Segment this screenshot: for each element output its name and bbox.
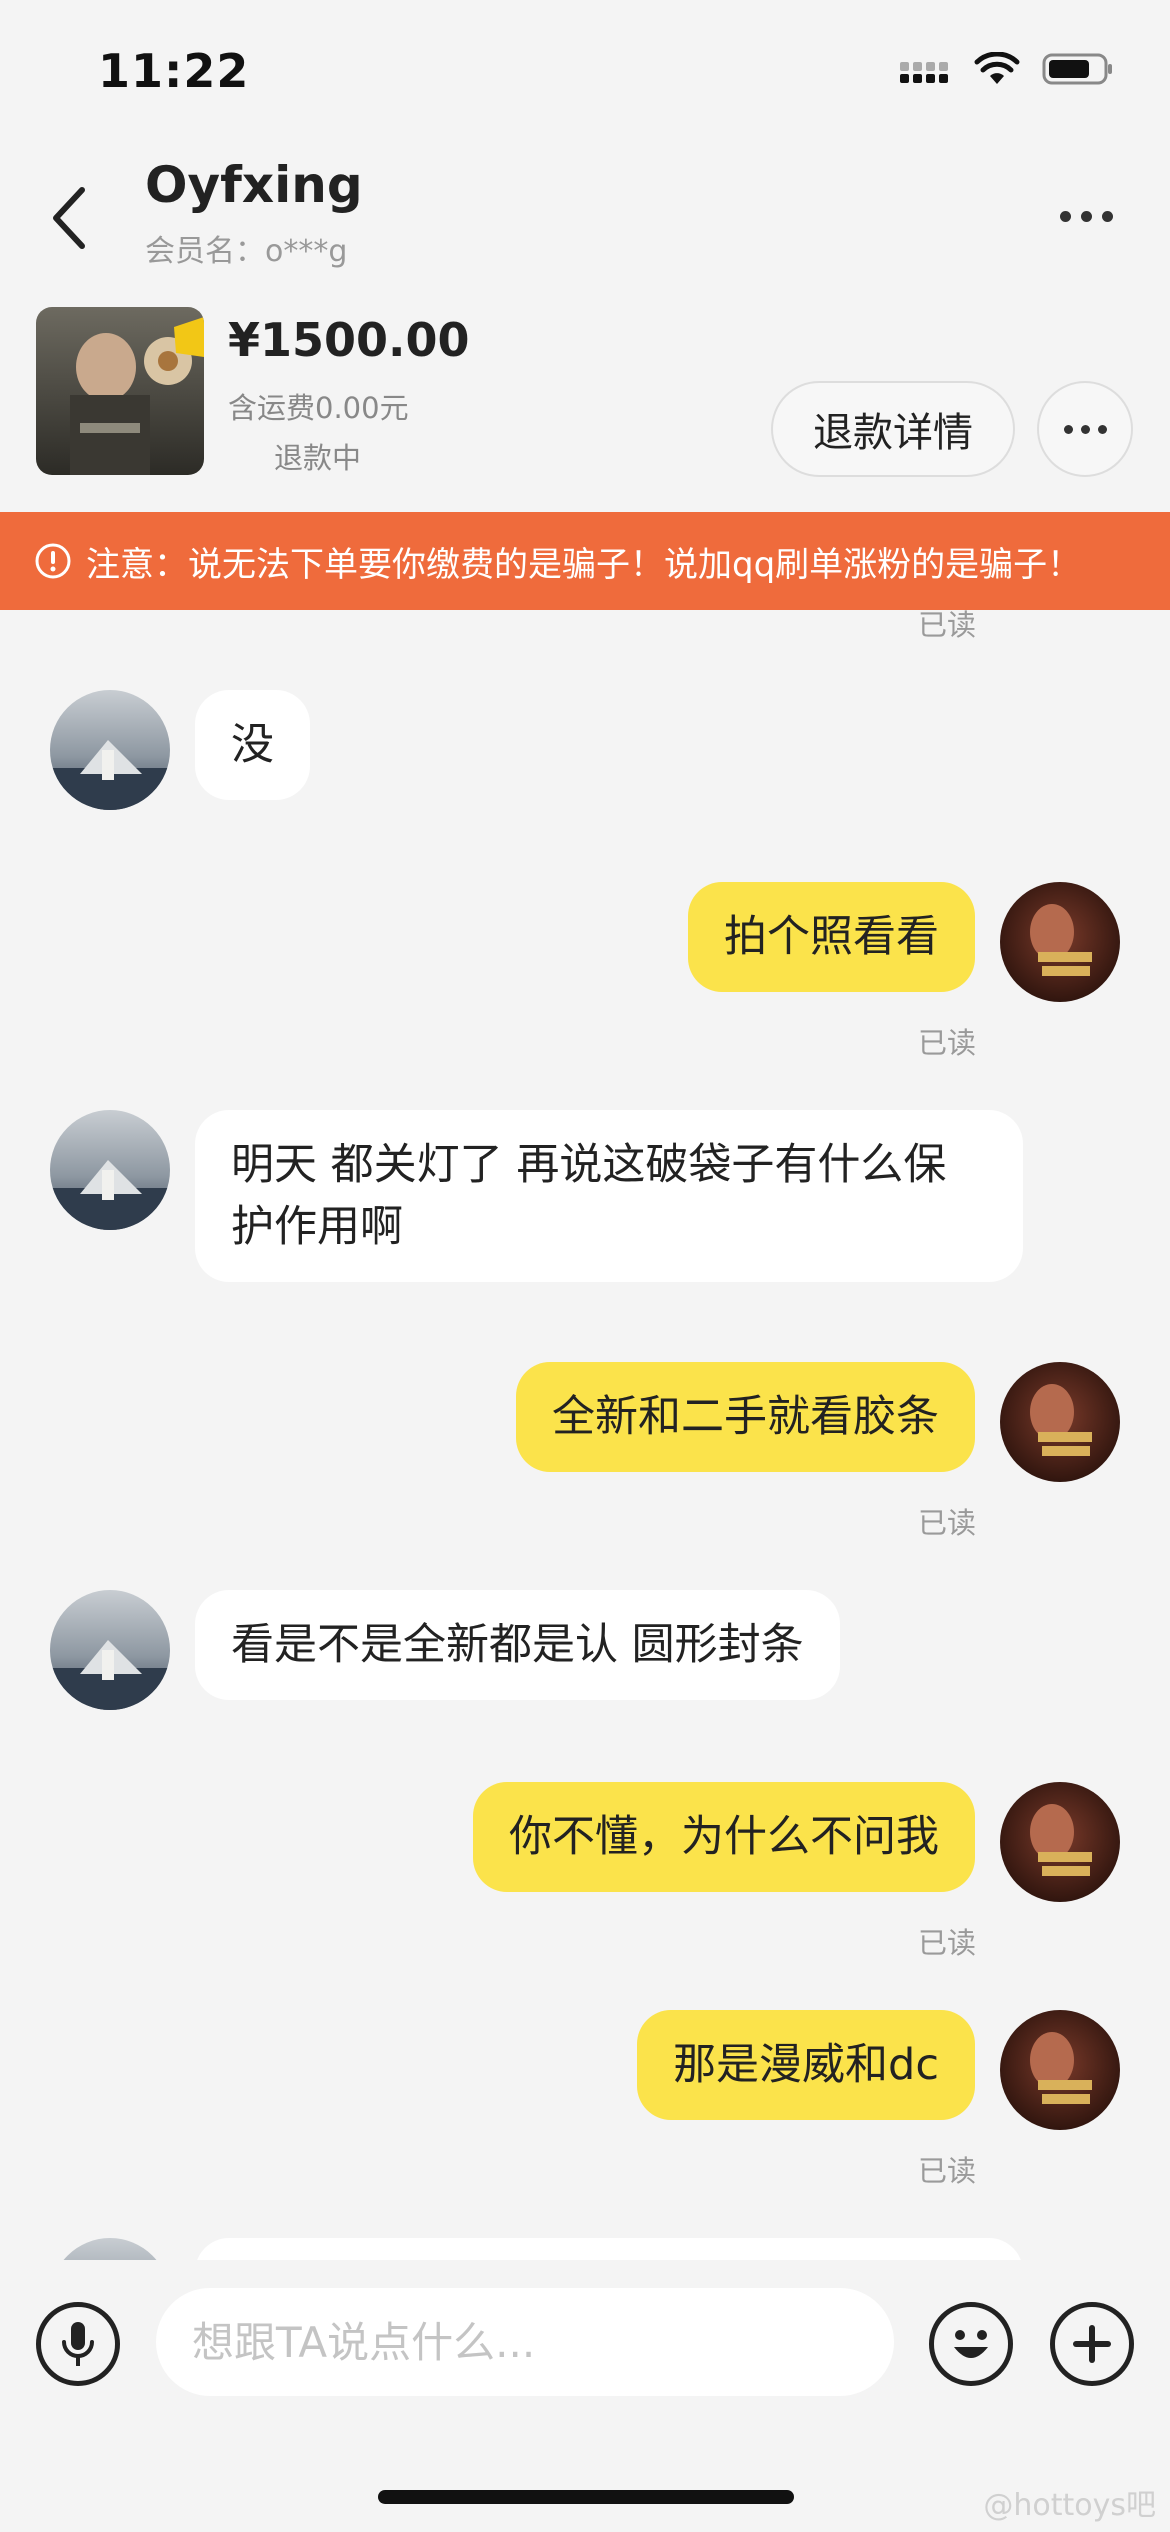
- message-bubble-outgoing[interactable]: 那是漫威和dc: [637, 2010, 975, 2120]
- dot-icon: [1063, 424, 1073, 434]
- microphone-icon: [62, 2322, 94, 2366]
- scam-warning-banner: 注意：说无法下单要你缴费的是骗子！说加qq刷单涨粉的是骗子！: [0, 512, 1170, 610]
- user-avatar[interactable]: [1000, 882, 1120, 1002]
- status-icons: [900, 52, 1114, 86]
- contact-avatar[interactable]: [50, 1590, 170, 1710]
- message-bubble-outgoing[interactable]: 全新和二手就看胶条: [516, 1362, 975, 1472]
- product-shipping: 含运费0.00元: [228, 391, 409, 425]
- input-bar: [0, 2260, 1170, 2420]
- wifi-icon: [974, 52, 1020, 84]
- dot-icon: [1097, 424, 1107, 434]
- battery-icon: [1042, 53, 1112, 85]
- message-bubble-incoming[interactable]: 看是不是全新都是认 圆形封条: [195, 1590, 840, 1700]
- voice-button[interactable]: [36, 2302, 120, 2386]
- warning-text: 注意：说无法下单要你缴费的是骗子！说加qq刷单涨粉的是骗子！: [86, 544, 1082, 585]
- home-indicator: [378, 2490, 794, 2504]
- member-label: 会员名：: [145, 234, 265, 269]
- dot-icon: [1080, 424, 1090, 434]
- status-time: 11:22: [98, 44, 250, 98]
- signal-icon: [900, 62, 948, 83]
- warning-icon: [35, 543, 71, 579]
- product-thumbnail[interactable]: [36, 307, 204, 475]
- message-bubble-outgoing[interactable]: 拍个照看看: [688, 882, 975, 992]
- user-avatar[interactable]: [1000, 2010, 1120, 2130]
- watermark: @hottoys吧: [983, 2488, 1156, 2523]
- dot-icon: [1059, 210, 1071, 222]
- member-name-line: 会员名：o***g: [145, 226, 347, 270]
- add-attachment-button[interactable]: [1050, 2302, 1134, 2386]
- product-card[interactable]: ¥1500.00 含运费0.00元 退款中 退款详情: [0, 295, 1170, 495]
- user-avatar[interactable]: [1000, 1362, 1120, 1482]
- read-receipt: 已读: [918, 1506, 977, 1540]
- more-options-button[interactable]: [1046, 186, 1126, 246]
- read-receipt: 已读: [918, 1026, 977, 1060]
- member-value: o***g: [265, 234, 348, 269]
- chat-header: Oyfxing 会员名：o***g: [0, 150, 1170, 285]
- message-bubble-incoming[interactable]: 明天 都关灯了 再说这破袋子有什么保护作用啊: [195, 1110, 1023, 1282]
- dot-icon: [1080, 210, 1092, 222]
- back-button[interactable]: [40, 178, 100, 258]
- message-input[interactable]: [156, 2288, 894, 2396]
- user-avatar[interactable]: [1000, 1782, 1120, 1902]
- emoji-button[interactable]: [929, 2302, 1013, 2386]
- message-bubble-incoming[interactable]: [195, 2238, 1023, 2260]
- refund-details-button[interactable]: 退款详情: [771, 381, 1015, 477]
- product-price: ¥1500.00: [228, 313, 470, 367]
- read-receipt: 已读: [918, 610, 977, 642]
- message-bubble-incoming[interactable]: 没: [195, 690, 310, 800]
- read-receipt: 已读: [918, 1926, 977, 1960]
- dot-icon: [1101, 210, 1113, 222]
- contact-avatar[interactable]: [50, 2238, 170, 2260]
- refund-status: 退款中: [274, 441, 362, 475]
- read-receipt: 已读: [918, 2154, 977, 2188]
- order-more-button[interactable]: [1037, 381, 1133, 477]
- plus-icon: [1073, 2325, 1111, 2363]
- contact-avatar[interactable]: [50, 690, 170, 810]
- status-bar: 11:22: [0, 0, 1170, 150]
- message-bubble-outgoing[interactable]: 你不懂，为什么不问我: [473, 1782, 975, 1892]
- emoji-icon: [954, 2330, 988, 2358]
- contact-avatar[interactable]: [50, 1110, 170, 1230]
- contact-name: Oyfxing: [145, 156, 363, 214]
- chevron-left-icon: [53, 187, 85, 249]
- chat-area[interactable]: 已读 没 拍个照看看 已读 明天 都关灯了 再说这破袋子有什么保护作用啊 全新和…: [0, 610, 1170, 2260]
